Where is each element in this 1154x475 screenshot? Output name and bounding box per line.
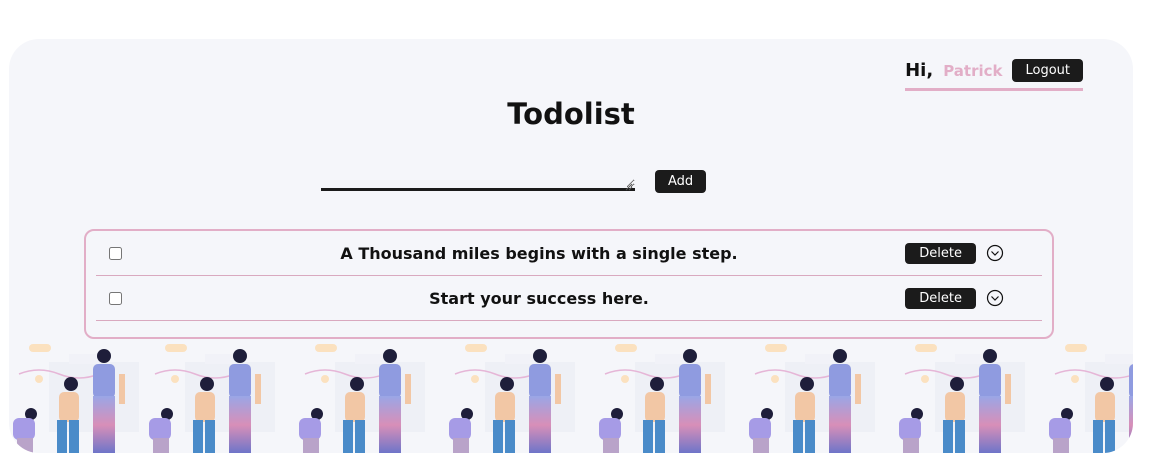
todo-checkbox[interactable] (109, 291, 122, 305)
todo-input[interactable] (321, 160, 635, 191)
delete-button[interactable]: Delete (905, 242, 976, 264)
todo-text: A Thousand miles begins with a single st… (340, 243, 738, 263)
logout-button[interactable]: Logout (1012, 59, 1083, 82)
user-header: Hi, Patrick Logout (905, 59, 1083, 91)
delete-button[interactable]: Delete (905, 287, 976, 309)
people-walking-illustration (9, 343, 1133, 453)
todo-checkbox[interactable] (109, 246, 122, 260)
todo-text: Start your success here. (429, 288, 649, 308)
todo-item: A Thousand miles begins with a single st… (96, 231, 1042, 276)
resize-grip-icon[interactable] (625, 183, 633, 191)
add-todo-form: Add (321, 160, 707, 195)
username: Patrick (943, 61, 1003, 80)
page-title: Todolist (507, 97, 635, 131)
app-card: Hi, Patrick Logout Todolist Add A Thousa… (9, 39, 1133, 453)
chevron-down-circle-icon[interactable] (986, 244, 1004, 262)
chevron-down-circle-icon[interactable] (986, 289, 1004, 307)
greeting: Hi, (905, 60, 934, 81)
add-button[interactable]: Add (655, 170, 707, 193)
todo-item: Start your success here. Delete (96, 276, 1042, 321)
todo-list: A Thousand miles begins with a single st… (84, 229, 1054, 339)
